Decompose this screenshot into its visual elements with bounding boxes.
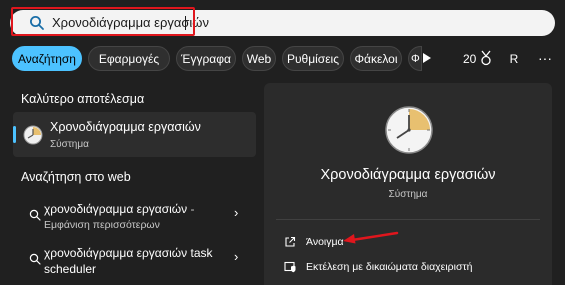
- tab-web[interactable]: Web: [242, 46, 276, 71]
- shield-admin-icon: [284, 261, 296, 273]
- task-scheduler-clock-icon: [385, 106, 433, 154]
- best-match-title: Χρονοδιάγραμμα εργασιών: [50, 120, 201, 134]
- tab-search[interactable]: Αναζήτηση: [12, 46, 82, 71]
- open-external-icon: [285, 236, 296, 247]
- detail-subtitle: Σύστημα: [388, 189, 428, 200]
- tab-photos-partial[interactable]: Φ: [408, 46, 422, 71]
- medal-icon[interactable]: [479, 50, 493, 66]
- divider: [276, 219, 540, 220]
- text-caret: [185, 16, 186, 30]
- avatar[interactable]: R: [504, 49, 524, 69]
- web-result-title: χρονοδιάγραμμα εργασιών -: [44, 202, 195, 216]
- best-match-item[interactable]: Χρονοδιάγραμμα εργασιών Σύστημα: [13, 112, 256, 157]
- detail-title: Χρονοδιάγραμμα εργασιών: [320, 167, 496, 183]
- tab-apps[interactable]: Εφαρμογές: [88, 46, 170, 71]
- selection-indicator: [13, 126, 16, 143]
- best-match-subtitle: Σύστημα: [50, 139, 89, 150]
- search-icon: [29, 209, 41, 221]
- web-result-item[interactable]: χρονοδιάγραμμα εργασιών - Εμφάνιση περισ…: [13, 202, 256, 240]
- search-icon: [29, 253, 41, 265]
- rewards-points: 20: [463, 52, 477, 66]
- chevron-right-icon[interactable]: ›: [234, 249, 238, 264]
- run-as-admin-action[interactable]: Εκτέλεση με δικαιώματα διαχειριστή: [284, 261, 534, 275]
- search-icon: [30, 16, 44, 30]
- web-result-subtitle: Εμφάνιση περισσότερων: [44, 219, 160, 231]
- chevron-right-icon[interactable]: ›: [234, 205, 238, 220]
- tab-documents[interactable]: Έγγραφα: [176, 46, 236, 71]
- more-options-icon[interactable]: ···: [538, 50, 552, 66]
- play-icon[interactable]: [423, 53, 431, 63]
- web-result-title: χρονοδιάγραμμα εργασιών task: [44, 246, 213, 260]
- task-scheduler-clock-icon: [23, 125, 43, 145]
- detail-panel: Χρονοδιάγραμμα εργασιών Σύστημα Άνοιγμα …: [264, 83, 552, 285]
- open-action-label: Άνοιγμα: [306, 236, 344, 248]
- tab-settings[interactable]: Ρυθμίσεις: [282, 46, 344, 71]
- web-result-subtitle: scheduler: [44, 262, 97, 276]
- run-as-admin-label: Εκτέλεση με δικαιώματα διαχειριστή: [306, 261, 473, 273]
- annotation-arrow: [343, 231, 399, 244]
- tab-folders[interactable]: Φάκελοι: [350, 46, 402, 71]
- search-box[interactable]: Χρονοδιάγραμμα εργασιών: [10, 10, 555, 36]
- web-search-heading: Αναζήτηση στο web: [21, 170, 131, 184]
- best-match-heading: Καλύτερο αποτέλεσμα: [21, 92, 145, 106]
- web-result-item[interactable]: χρονοδιάγραμμα εργασιών task scheduler ›: [13, 246, 256, 284]
